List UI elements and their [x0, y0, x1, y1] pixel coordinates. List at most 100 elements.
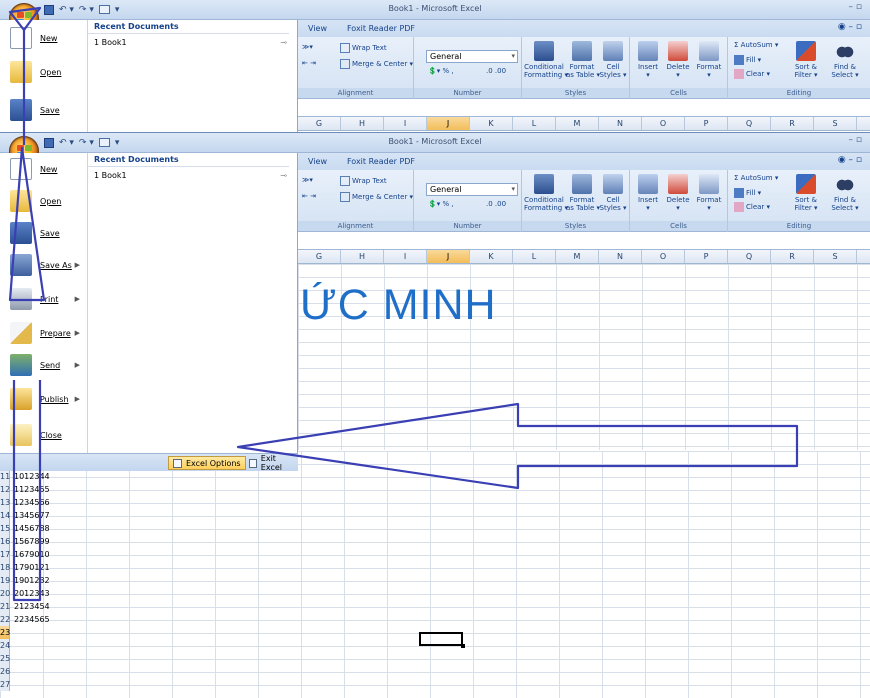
cell-value[interactable]: 1567899 — [14, 535, 94, 548]
column-header[interactable]: H — [341, 117, 384, 130]
formula-bar-2[interactable] — [298, 232, 870, 250]
print-preview-icon[interactable] — [98, 138, 110, 147]
column-header[interactable]: P — [685, 250, 728, 263]
undo-icon[interactable]: ↶ ▾ — [59, 138, 74, 148]
row-header[interactable]: 26 — [0, 665, 10, 678]
selected-cell[interactable] — [419, 632, 465, 648]
format-button[interactable]: Format ▾ — [694, 41, 724, 79]
qat-menu-icon[interactable]: ▾ — [115, 5, 120, 15]
orientation-button[interactable]: ≫▾ — [302, 43, 313, 51]
indent-buttons[interactable]: ⇤ ⇥ — [302, 192, 316, 200]
column-header[interactable]: I — [384, 117, 427, 130]
cell-value[interactable]: 2234565 — [14, 613, 94, 626]
cell-styles-button[interactable]: Cell Styles ▾ — [598, 174, 628, 212]
cell-value[interactable]: 1123455 — [14, 483, 94, 496]
delete-button[interactable]: Delete ▾ — [664, 41, 692, 79]
cell-value[interactable]: 2012343 — [14, 587, 94, 600]
menu-publish[interactable]: Publish ▶ — [0, 385, 88, 413]
merge-center-button[interactable]: Merge & Center ▾ — [340, 59, 413, 69]
merge-center-button[interactable]: Merge & Center ▾ — [340, 192, 413, 202]
menu-new[interactable]: New — [0, 155, 88, 183]
menu-close[interactable]: Close — [0, 421, 88, 449]
number-format-dropdown[interactable]: General ▾ — [426, 50, 518, 63]
column-header[interactable]: P — [685, 117, 728, 130]
row-header[interactable]: 11 — [0, 470, 10, 483]
save-icon[interactable] — [44, 4, 54, 15]
row-header[interactable]: 16 — [0, 535, 10, 548]
row-header[interactable]: 17 — [0, 548, 10, 561]
column-header[interactable]: G — [298, 250, 341, 263]
clear-button[interactable]: Clear ▾ — [734, 202, 770, 212]
column-header[interactable]: Q — [728, 117, 771, 130]
cell-value[interactable]: 1345677 — [14, 509, 94, 522]
column-header[interactable]: J — [427, 250, 470, 263]
pin-icon[interactable]: ⊸ — [280, 171, 287, 180]
column-header[interactable]: I — [384, 250, 427, 263]
sort-filter-button[interactable]: Sort & Filter ▾ — [788, 174, 824, 212]
sort-filter-button[interactable]: Sort & Filter ▾ — [788, 41, 824, 79]
cell-value[interactable]: 1679010 — [14, 548, 94, 561]
column-header[interactable]: J — [427, 117, 470, 130]
row-header[interactable]: 12 — [0, 483, 10, 496]
menu-print[interactable]: Print ▶ — [0, 285, 88, 313]
fill-button[interactable]: Fill ▾ — [734, 55, 761, 65]
tab-view[interactable]: View — [298, 24, 337, 33]
column-header[interactable]: N — [599, 117, 642, 130]
cell-value[interactable]: 1234566 — [14, 496, 94, 509]
qat-menu-icon[interactable]: ▾ — [115, 138, 120, 148]
column-header[interactable]: Q — [728, 250, 771, 263]
tab-foxit[interactable]: Foxit Reader PDF — [337, 24, 425, 33]
help-icon[interactable]: ◉ – ▫ — [838, 22, 862, 32]
save-icon[interactable] — [44, 137, 54, 148]
row-header[interactable]: 24 — [0, 639, 10, 652]
decimal-buttons[interactable]: .0 .00 — [486, 67, 506, 75]
formula-bar[interactable] — [298, 99, 870, 117]
row-header[interactable]: 20 — [0, 587, 10, 600]
row-header[interactable]: 14 — [0, 509, 10, 522]
column-header[interactable]: K — [470, 250, 513, 263]
row-header[interactable]: 23 — [0, 626, 10, 639]
menu-send[interactable]: Send ▶ — [0, 351, 88, 379]
cell-value[interactable]: 1790121 — [14, 561, 94, 574]
column-header[interactable]: M — [556, 117, 599, 130]
wrap-text-button[interactable]: Wrap Text — [340, 176, 387, 186]
column-header[interactable]: S — [814, 117, 857, 130]
delete-button[interactable]: Delete ▾ — [664, 174, 692, 212]
column-header[interactable]: G — [298, 117, 341, 130]
cell-value[interactable]: 2123454 — [14, 600, 94, 613]
column-header[interactable]: L — [513, 117, 556, 130]
column-header[interactable]: S — [814, 250, 857, 263]
row-header[interactable]: 18 — [0, 561, 10, 574]
recent-document-item[interactable]: 1 Book1 ⊸ — [88, 34, 297, 47]
row-header[interactable]: 25 — [0, 652, 10, 665]
column-header[interactable]: N — [599, 250, 642, 263]
orientation-button[interactable]: ≫▾ — [302, 176, 313, 184]
print-preview-icon[interactable] — [98, 5, 110, 14]
format-as-table-button[interactable]: Format as Table ▾ — [566, 41, 600, 79]
cell-value[interactable]: 1901232 — [14, 574, 94, 587]
row-header[interactable]: 13 — [0, 496, 10, 509]
conditional-formatting-button[interactable]: Conditional Formatting ▾ — [524, 174, 568, 212]
recent-document-item[interactable]: 1 Book1 ⊸ — [88, 167, 297, 180]
menu-new[interactable]: New — [0, 24, 88, 52]
tab-view[interactable]: View — [298, 157, 337, 166]
find-select-button[interactable]: Find & Select ▾ — [826, 174, 864, 212]
row-header[interactable]: 19 — [0, 574, 10, 587]
menu-save[interactable]: Save — [0, 219, 88, 247]
excel-options-button[interactable]: Excel Options — [168, 456, 246, 470]
menu-open[interactable]: Open — [0, 58, 88, 86]
column-header[interactable]: R — [771, 117, 814, 130]
menu-save[interactable]: Save — [0, 96, 88, 124]
cell-value[interactable]: 1456788 — [14, 522, 94, 535]
cell-styles-button[interactable]: Cell Styles ▾ — [598, 41, 628, 79]
undo-icon[interactable]: ↶ ▾ — [59, 5, 74, 15]
column-header[interactable]: M — [556, 250, 599, 263]
pin-icon[interactable]: ⊸ — [280, 38, 287, 47]
conditional-formatting-button[interactable]: Conditional Formatting ▾ — [524, 41, 568, 79]
format-as-table-button[interactable]: Format as Table ▾ — [566, 174, 600, 212]
redo-icon[interactable]: ↷ ▾ — [79, 138, 94, 148]
insert-button[interactable]: Insert ▾ — [634, 41, 662, 79]
column-header[interactable]: O — [642, 250, 685, 263]
decimal-buttons[interactable]: .0 .00 — [486, 200, 506, 208]
indent-buttons[interactable]: ⇤ ⇥ — [302, 59, 316, 67]
